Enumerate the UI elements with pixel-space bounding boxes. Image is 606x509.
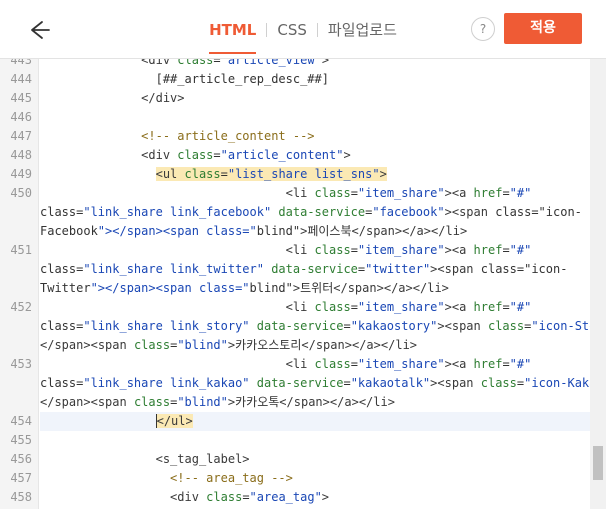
apply-button[interactable]: 적용 (504, 13, 582, 44)
line-number (0, 203, 32, 222)
code-line[interactable]: <!-- area_tag --> (40, 469, 590, 488)
tab-separator (266, 23, 268, 37)
code-line[interactable]: class="link_share link_twitter" data-ser… (40, 260, 590, 279)
line-number: 445 (10, 91, 32, 105)
line-number (0, 374, 32, 393)
code-line[interactable]: <div class="article_view"> (40, 59, 590, 70)
code-line[interactable]: <li class="item_share"><a href="#" (40, 298, 590, 317)
code-line[interactable]: Twitter"></span><span class="blind">트위터<… (40, 279, 590, 298)
tab-file-upload[interactable]: 파일업로드 (324, 19, 401, 41)
code-line[interactable]: Facebook"></span><span class="blind">페이스… (40, 222, 590, 241)
line-number: 456 (10, 452, 32, 466)
line-number: 458 (10, 490, 32, 504)
code-line[interactable]: </div> (40, 89, 590, 108)
line-number (0, 279, 32, 298)
tab-css[interactable]: CSS (273, 19, 311, 41)
code-line[interactable]: <ul class="list_share list_sns"> (40, 165, 590, 184)
line-number: 450 (10, 186, 32, 200)
line-number: 452 (10, 300, 32, 314)
code-line[interactable]: class="link_share link_facebook" data-se… (40, 203, 590, 222)
line-number (0, 260, 32, 279)
line-number: 451 (10, 243, 32, 257)
line-number: 447 (10, 129, 32, 143)
scrollbar-thumb[interactable] (593, 446, 603, 480)
tab-html[interactable]: HTML (205, 19, 260, 54)
code-line[interactable]: <div class="area_tag"> (40, 488, 590, 507)
code-line[interactable]: <li class="item_share"><a href="#" (40, 355, 590, 374)
code-line[interactable]: <li class="item_share"><a href="#" (40, 184, 590, 203)
code-editor[interactable]: 443 <div class="article_view"> 444 [##_ar… (0, 59, 606, 509)
top-bar: HTML CSS 파일업로드 ? 적용 (0, 0, 606, 59)
line-number: 453 (10, 357, 32, 371)
code-line[interactable]: class="link_share link_story" data-servi… (40, 317, 606, 336)
code-line[interactable]: <div class="article_content"> (40, 146, 590, 165)
line-number (0, 336, 32, 355)
line-number (0, 222, 32, 241)
line-number: 454 (10, 414, 32, 428)
tab-separator (316, 23, 318, 37)
line-number: 457 (10, 471, 32, 485)
line-number: 448 (10, 148, 32, 162)
code-line[interactable]: <s_tag_label> (40, 450, 590, 469)
code-line[interactable]: <!-- article_content --> (40, 127, 590, 146)
line-number (0, 317, 32, 336)
code-line[interactable]: class="link_share link_kakao" data-servi… (40, 374, 606, 393)
line-number (0, 393, 32, 412)
line-number: 449 (10, 167, 32, 181)
line-number: 455 (10, 433, 32, 447)
code-line[interactable] (40, 108, 590, 127)
line-number: 446 (10, 110, 32, 124)
code-line[interactable]: </ul> (40, 412, 590, 431)
code-line[interactable]: [##_article_rep_desc_##] (40, 70, 590, 89)
vertical-scrollbar[interactable] (590, 59, 606, 509)
help-button[interactable]: ? (471, 17, 495, 41)
code-line[interactable]: </span><span class="blind">카카오스토리</span>… (40, 336, 590, 355)
code-line[interactable] (40, 431, 590, 450)
code-line[interactable]: </span><span class="blind">카카오톡</span></… (40, 393, 590, 412)
line-number: 443 (10, 59, 32, 67)
code-line[interactable]: <li class="item_share"><a href="#" (40, 241, 590, 260)
line-number: 444 (10, 72, 32, 86)
